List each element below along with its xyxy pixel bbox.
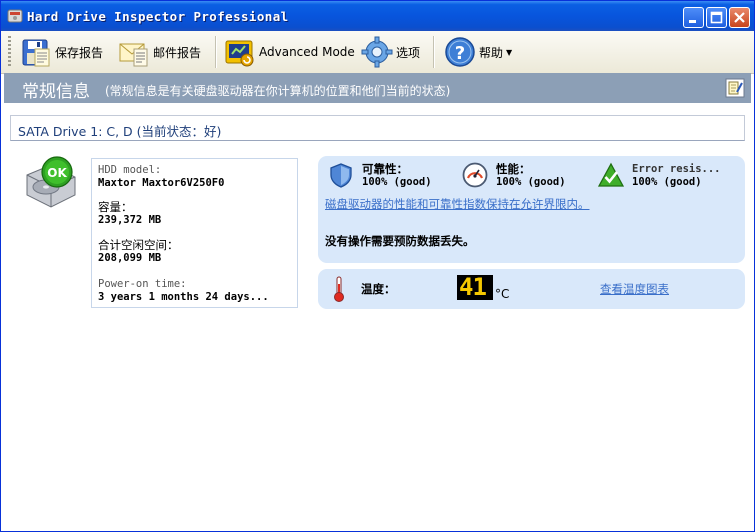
svg-text:?: ? (455, 43, 465, 64)
power-on-label: Power-on time: (98, 278, 187, 290)
error-resistance-value: 100% (good) (632, 176, 702, 188)
mail-report-button[interactable]: 邮件报告 (117, 34, 201, 70)
options-button[interactable]: 选项 (360, 34, 420, 70)
temperature-display: 41 (457, 273, 493, 301)
save-report-label: 保存报告 (55, 45, 104, 60)
thermometer-icon (334, 276, 344, 302)
status-summary-link[interactable]: 磁盘驱动器的性能和可靠性指数保持在允许界限内。 (325, 196, 590, 212)
section-subtitle: (常规信息是有关硬盘驱动器在你计算机的位置和他们当前的状态) (105, 84, 451, 98)
error-resistance-label: Error resis... (632, 163, 721, 175)
reliability-label: 可靠性： (362, 162, 408, 176)
close-icon (734, 12, 745, 23)
floppy-disk-icon (22, 39, 50, 67)
toolbar: 保存报告 邮件报告 Advanced Mode 选项 ? 帮助 ▼ (1, 31, 754, 74)
model-label: HDD model: (98, 164, 162, 176)
app-window: Hard Drive Inspector Professional 保存报告 邮… (0, 0, 755, 532)
envelope-icon (119, 43, 148, 67)
free-space-label: 合计空闲空间： (98, 238, 179, 252)
mail-report-label: 邮件报告 (153, 45, 202, 60)
hard-drive-ok-icon: OK (26, 156, 76, 208)
close-button[interactable] (729, 7, 750, 28)
toolbar-separator (433, 36, 435, 68)
shield-icon (330, 163, 352, 188)
advanced-mode-button[interactable]: Advanced Mode (223, 34, 355, 70)
chevron-down-icon: ▼ (506, 47, 513, 57)
app-icon (7, 9, 23, 23)
minimize-button[interactable] (683, 7, 704, 28)
section-title: 常规信息 (22, 82, 90, 102)
save-report-button[interactable]: 保存报告 (19, 34, 103, 70)
advanced-mode-icon (225, 40, 254, 67)
toolbar-grip[interactable] (8, 36, 11, 68)
performance-value: 100% (good) (496, 176, 566, 188)
check-triangle-icon (598, 162, 624, 187)
help-label: 帮助 (479, 45, 504, 60)
notes-icon[interactable] (725, 78, 745, 98)
temperature-label: 温度： (361, 282, 396, 296)
title-bar[interactable]: Hard Drive Inspector Professional (1, 1, 754, 31)
gauge-icon (462, 162, 488, 188)
performance-label: 性能： (496, 162, 531, 176)
maximize-button[interactable] (706, 7, 727, 28)
free-space-value: 208,099 MB (98, 252, 162, 264)
maximize-icon (710, 11, 723, 24)
options-label: 选项 (396, 45, 421, 60)
help-button[interactable]: ? 帮助 ▼ (443, 34, 512, 70)
help-icon: ? (445, 37, 475, 67)
temperature-panel: 温度： 41 °C 查看温度图表 (318, 269, 745, 309)
status-note: 没有操作需要预防数据丢失。 (325, 234, 475, 248)
window-title: Hard Drive Inspector Professional (27, 9, 289, 24)
temperature-value: 41 (459, 273, 487, 301)
model-value: Maxtor Maxtor6V250F0 (98, 177, 225, 189)
minimize-icon (689, 20, 696, 23)
toolbar-separator (215, 36, 217, 68)
capacity-label: 容量： (98, 200, 133, 214)
status-panel: 可靠性： 100% (good) 性能： 100% (good) Error r… (318, 156, 745, 263)
gear-icon (361, 36, 393, 68)
section-header: 常规信息 (常规信息是有关硬盘驱动器在你计算机的位置和他们当前的状态) (4, 73, 751, 103)
drive-info-box: HDD model: Maxtor Maxtor6V250F0 容量： 239,… (91, 158, 298, 308)
ok-badge: OK (47, 166, 67, 180)
temperature-unit: °C (495, 287, 510, 301)
drive-status-text: SATA Drive 1: C, D (当前状态：好) (18, 124, 222, 139)
power-on-value: 3 years 1 months 24 days... (98, 291, 269, 303)
advanced-mode-label: Advanced Mode (259, 45, 355, 59)
drive-selector[interactable]: SATA Drive 1: C, D (当前状态：好) (10, 115, 745, 141)
reliability-value: 100% (good) (362, 176, 432, 188)
capacity-value: 239,372 MB (98, 214, 162, 226)
temperature-chart-link[interactable]: 查看温度图表 (600, 281, 669, 297)
